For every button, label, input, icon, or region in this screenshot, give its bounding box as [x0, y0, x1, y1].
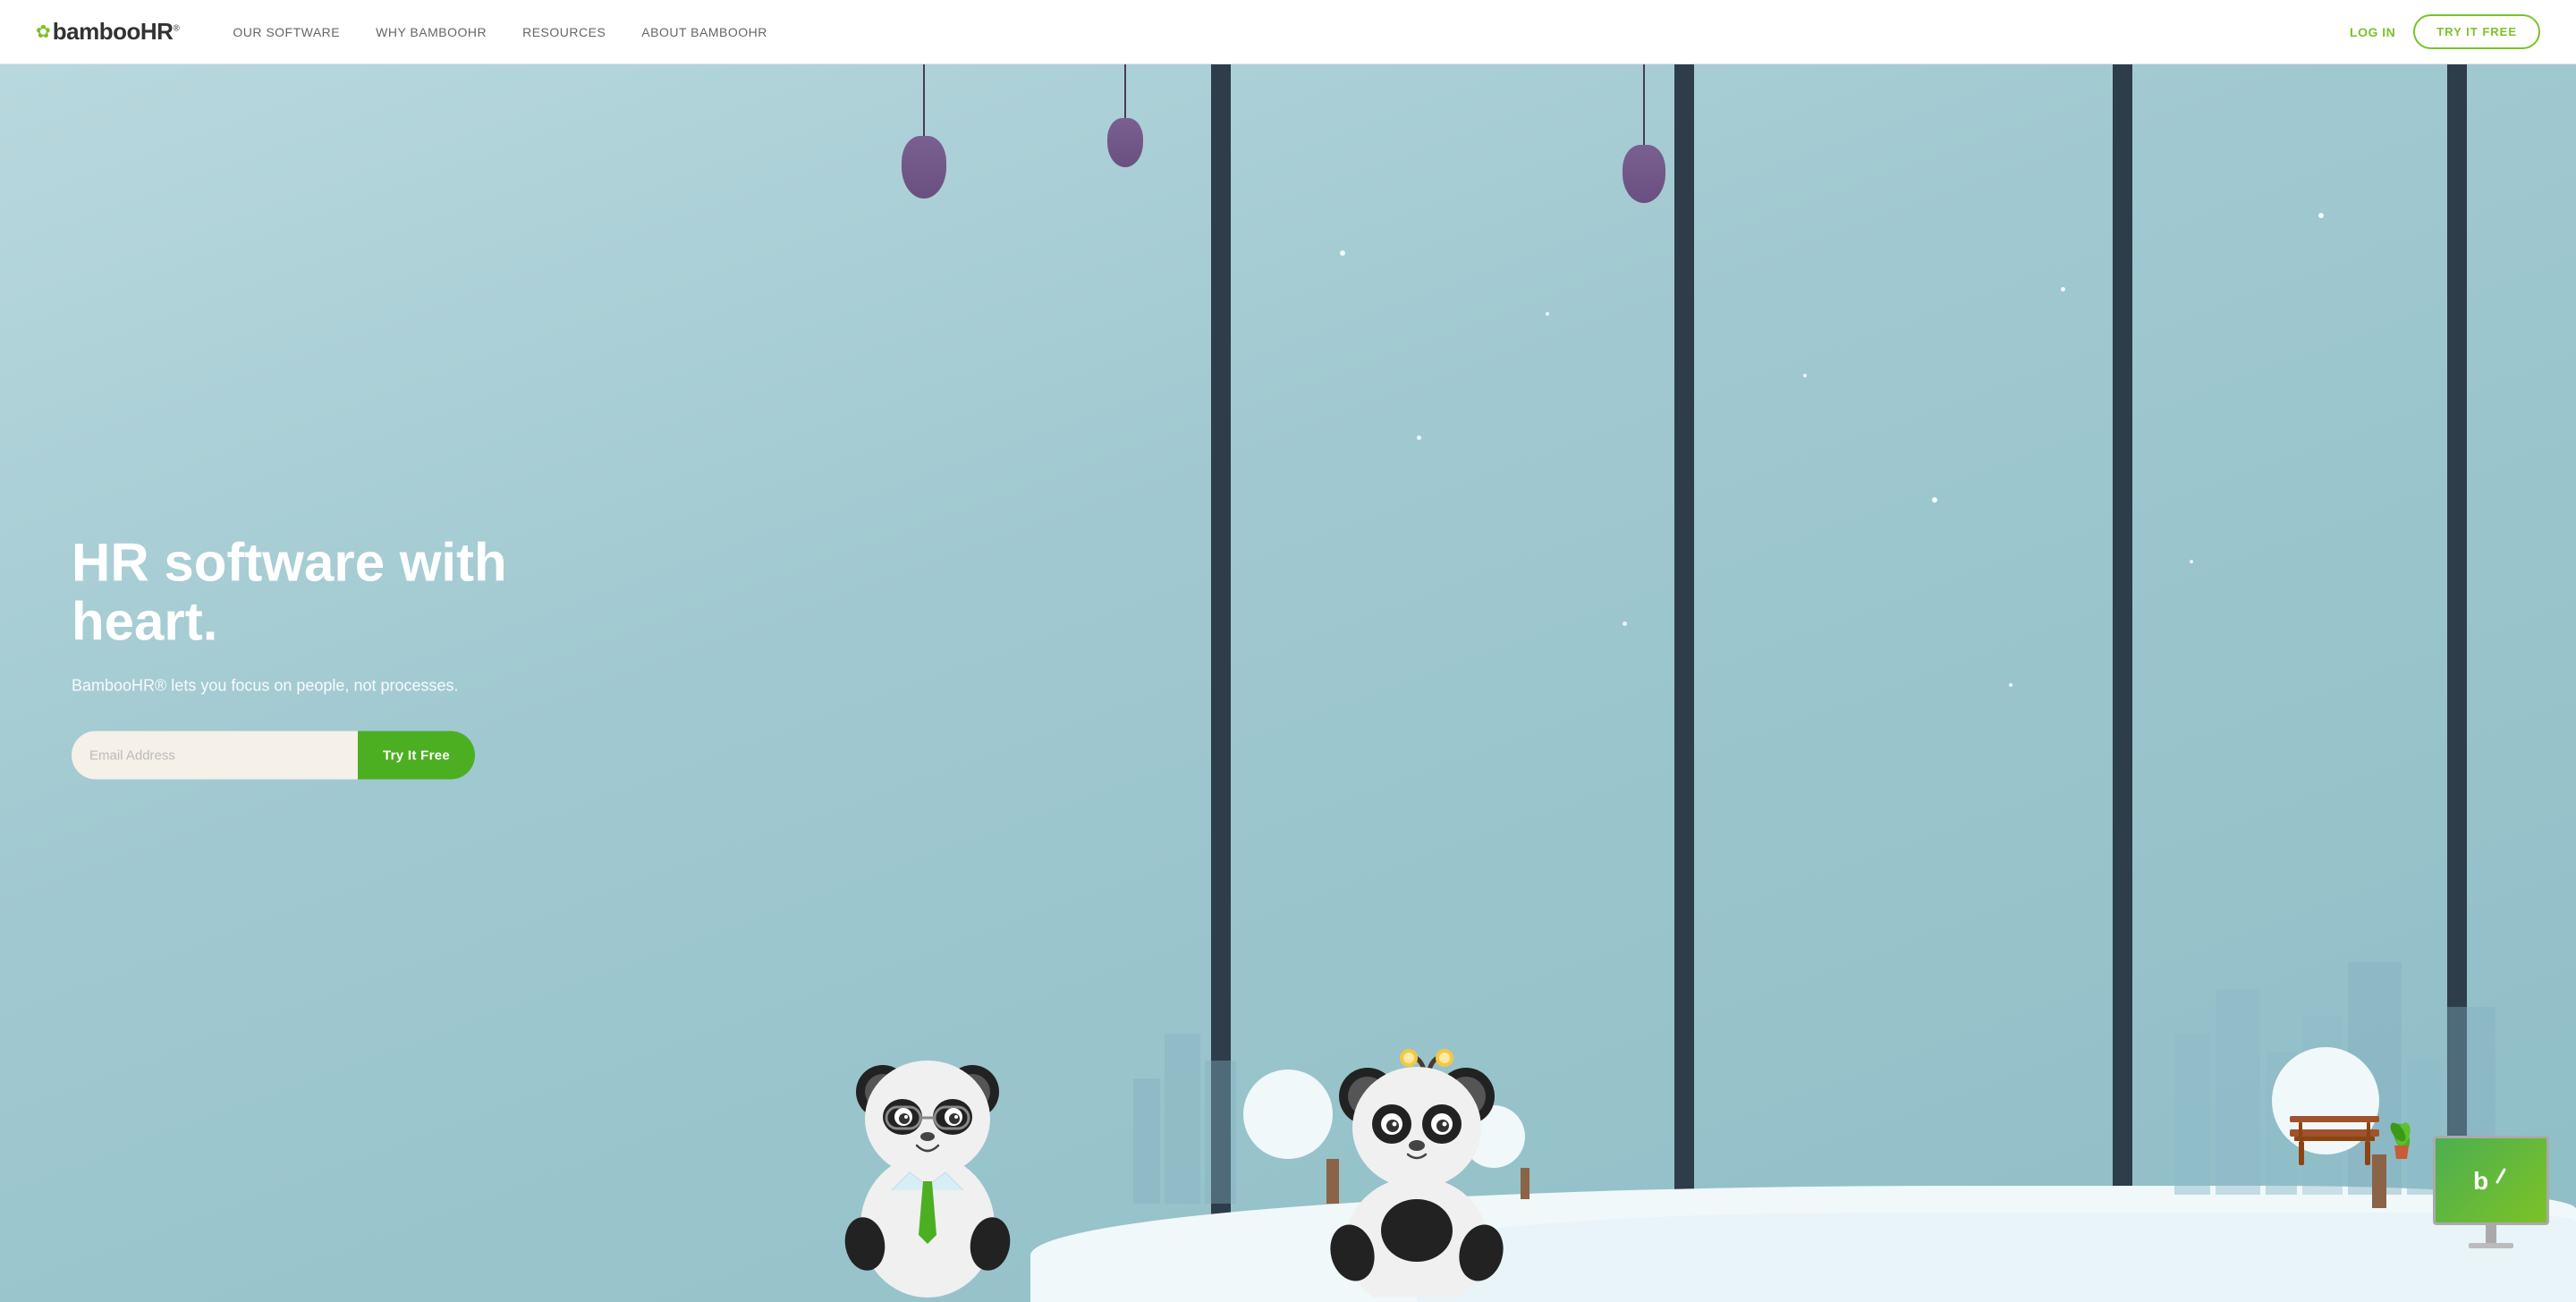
lamp-cord-2 [1124, 64, 1126, 118]
logo-text: bambooHR® [53, 18, 180, 46]
nav-link-about[interactable]: ABOUT BAMBOOHR [641, 25, 767, 39]
window-frame-3 [2113, 64, 2132, 1302]
hero-content: HR software with heart. BambooHR® lets y… [72, 534, 555, 780]
building-left-1 [1133, 1078, 1160, 1204]
tree-trunk-2 [1521, 1168, 1530, 1199]
nav-link-why[interactable]: WHY BAMBOOHR [376, 25, 487, 39]
plant-area [2384, 1114, 2419, 1163]
navbar: ✿ bambooHR® OUR SOFTWARE WHY BAMBOOHR RE… [0, 0, 2576, 64]
try-free-nav-button[interactable]: TRY IT FREE [2413, 14, 2540, 49]
nav-link-resources[interactable]: RESOURCES [522, 25, 606, 39]
hero-title: HR software with heart. [72, 534, 555, 652]
hero-form: Try It Free [72, 731, 555, 780]
snow-dot-2 [1546, 312, 1549, 316]
svg-text:b: b [2473, 1167, 2488, 1195]
nav-link-software[interactable]: OUR SOFTWARE [233, 25, 340, 39]
snow-dot-1 [1340, 250, 1345, 256]
plant-icon [2384, 1114, 2419, 1159]
panda-business-icon [829, 1011, 1026, 1298]
lamp-cord-3 [1643, 64, 1645, 145]
city-skyline-left [1133, 1034, 1236, 1204]
window-frame-2 [1674, 64, 1694, 1302]
lamp-cord-1 [923, 64, 925, 136]
logo-reg: ® [173, 23, 179, 33]
snow-ground-secondary [1417, 1213, 2576, 1302]
hanging-lamp-3 [1623, 64, 1665, 203]
building-1 [2174, 1034, 2210, 1195]
monitor-screen: b [2433, 1136, 2549, 1225]
monitor-area: b [2433, 1136, 2549, 1248]
nav-actions: LOG IN TRY IT FREE [2350, 14, 2540, 49]
nav-links: OUR SOFTWARE WHY BAMBOOHR RESOURCES ABOU… [233, 25, 2350, 39]
logo-leaf-icon: ✿ [36, 21, 51, 43]
hanging-lamp-2 [1107, 64, 1143, 167]
lamp-shade-1 [902, 136, 946, 199]
building-left-3 [1205, 1061, 1236, 1204]
building-2 [2216, 989, 2260, 1195]
panda-simple-icon [1327, 1029, 1506, 1298]
login-link[interactable]: LOG IN [2350, 25, 2395, 39]
monitor-base [2469, 1243, 2513, 1248]
snow-dot-4 [1803, 374, 1807, 377]
hero-subtitle: BambooHR® lets you focus on people, not … [72, 677, 555, 696]
snow-dot-7 [2190, 560, 2193, 563]
hero-section: b [0, 64, 2576, 1302]
monitor-stand [2486, 1225, 2496, 1243]
monitor-logo-icon: b [2469, 1162, 2513, 1198]
panda-business [829, 1011, 1026, 1302]
tree-top-1 [1243, 1070, 1333, 1159]
panda-simple [1327, 1029, 1506, 1302]
hanging-lamp-1 [902, 64, 946, 199]
building-left-2 [1165, 1034, 1200, 1204]
try-free-hero-button[interactable]: Try It Free [358, 731, 475, 780]
lamp-shade-2 [1107, 118, 1143, 167]
lamp-shade-3 [1623, 145, 1665, 203]
bench [2290, 1112, 2379, 1170]
email-input[interactable] [72, 731, 358, 780]
logo[interactable]: ✿ bambooHR® [36, 18, 179, 46]
